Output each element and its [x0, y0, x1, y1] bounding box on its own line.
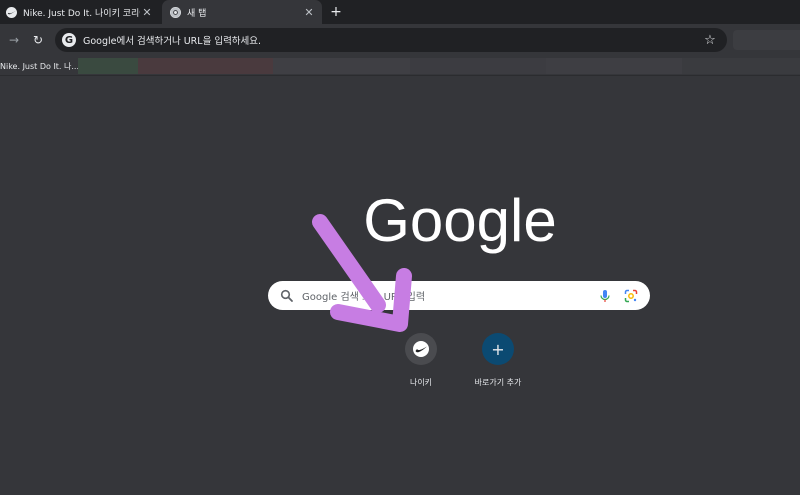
omnibox[interactable]: G Google에서 검색하거나 URL을 입력하세요. ☆ — [55, 28, 727, 52]
bookmark-item-redacted[interactable] — [138, 58, 273, 74]
bookmark-star-icon[interactable]: ☆ — [702, 32, 718, 48]
omnibox-text[interactable]: Google에서 검색하거나 URL을 입력하세요. — [83, 33, 702, 47]
bookmark-item-redacted[interactable] — [78, 58, 138, 74]
add-shortcut-button[interactable]: + 바로가기 추가 — [468, 333, 528, 388]
tab-title: 새 탭 — [187, 8, 207, 19]
shortcut-label: 바로가기 추가 — [474, 378, 522, 387]
svg-text:Google: Google — [365, 187, 555, 254]
bookmark-item-redacted[interactable] — [682, 58, 800, 74]
tab-strip: Nike. Just Do It. 나이키 코리아 ✕ 새 탭 ✕ + — [0, 0, 800, 24]
reload-icon[interactable]: ↻ — [30, 32, 46, 48]
google-logo: Google — [365, 187, 555, 254]
tab-new-tab[interactable]: 새 탭 ✕ — [162, 0, 322, 24]
tab-close-icon[interactable]: ✕ — [302, 5, 316, 19]
search-placeholder[interactable]: Google 검색 또는 URL 입력 — [302, 288, 598, 303]
google-g-icon: G — [62, 33, 76, 47]
microphone-icon[interactable] — [598, 289, 612, 303]
new-tab-button[interactable]: + — [327, 3, 345, 21]
bookmark-item-nike[interactable]: Nike. Just Do It. 나... — [0, 59, 79, 73]
tab-nike[interactable]: Nike. Just Do It. 나이키 코리아 ✕ — [0, 0, 160, 24]
toolbar: → ↻ G Google에서 검색하거나 URL을 입력하세요. ☆ — [0, 24, 800, 57]
nike-swoosh-icon — [413, 341, 429, 357]
shortcut-nike[interactable]: 나이키 — [391, 333, 451, 388]
new-tab-page: Google Google 검색 또는 URL 입력 나이키 + 바로가기 추가 — [0, 76, 800, 495]
tab-close-icon[interactable]: ✕ — [140, 5, 154, 19]
bookmark-item-redacted[interactable] — [273, 58, 410, 74]
shortcut-label: 나이키 — [409, 378, 433, 387]
search-icon — [280, 289, 293, 302]
chrome-icon — [170, 6, 181, 18]
bookmark-item-redacted[interactable] — [546, 58, 682, 74]
forward-icon[interactable]: → — [6, 32, 22, 48]
tab-title: Nike. Just Do It. 나이키 코리아 — [23, 8, 140, 19]
plus-icon[interactable]: + — [482, 333, 514, 365]
extensions-area[interactable] — [733, 30, 800, 50]
shortcut-tile[interactable] — [405, 333, 437, 365]
bookmarks-bar: Nike. Just Do It. 나... — [0, 57, 800, 76]
bookmark-item-redacted[interactable] — [410, 58, 546, 74]
google-lens-icon[interactable] — [624, 289, 638, 303]
search-box[interactable]: Google 검색 또는 URL 입력 — [268, 281, 650, 310]
nike-swoosh-icon — [6, 6, 17, 18]
